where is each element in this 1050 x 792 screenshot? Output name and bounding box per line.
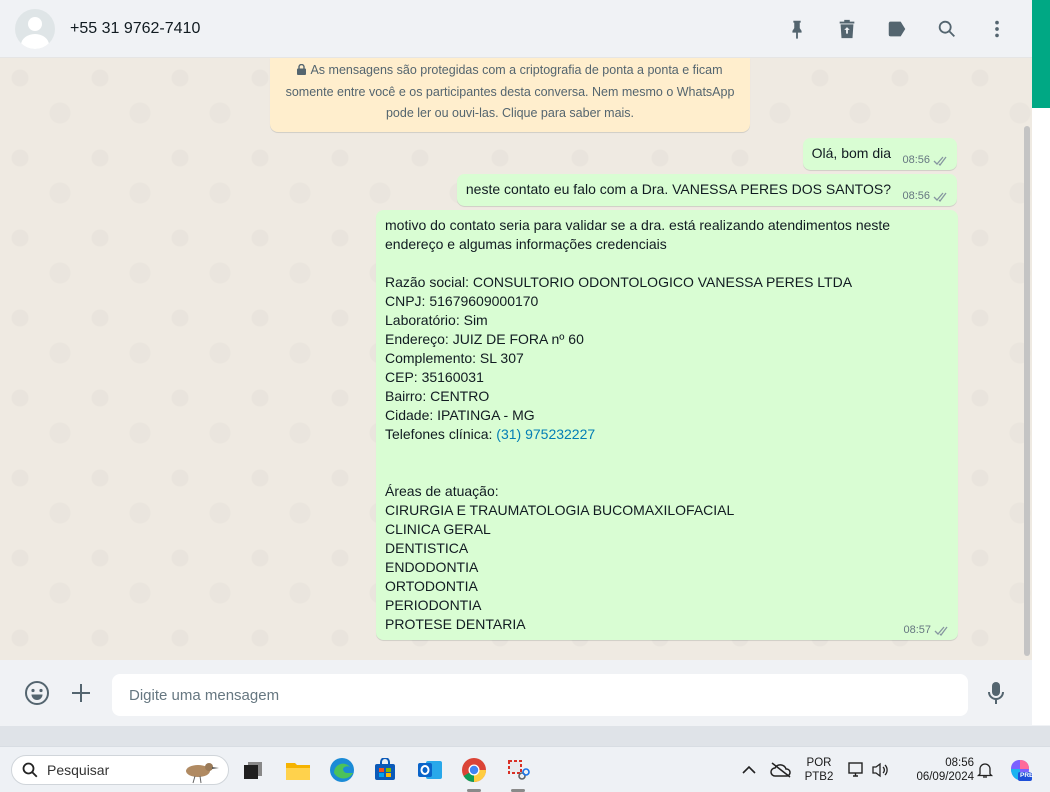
notification-bell-icon[interactable]: [971, 756, 999, 784]
onedrive-offline-icon[interactable]: [767, 756, 795, 784]
clock[interactable]: 08:56 06/09/2024: [900, 756, 974, 784]
language-indicator[interactable]: POR PTB2: [804, 756, 834, 784]
message-bubble[interactable]: motivo do contato seria para validar se …: [376, 210, 958, 640]
message-bubble[interactable]: Olá, bom dia 08:56: [802, 138, 957, 170]
pin-icon[interactable]: [782, 14, 812, 44]
edge-browser-icon[interactable]: [328, 756, 356, 784]
read-ticks-icon: [933, 192, 947, 202]
chevron-up-icon[interactable]: [735, 756, 763, 784]
message-text: Olá, bom dia: [811, 145, 891, 161]
taskbar-search[interactable]: Pesquisar: [11, 755, 229, 785]
message-text-continued: Áreas de atuação: CIRURGIA E TRAUMATOLOG…: [385, 483, 735, 632]
message-input[interactable]: [112, 674, 968, 716]
delete-icon[interactable]: [832, 14, 862, 44]
emoji-icon[interactable]: [23, 679, 51, 707]
language-code: POR: [806, 757, 832, 769]
bird-illustration-icon: [186, 763, 219, 784]
read-ticks-icon: [934, 626, 948, 636]
chrome-icon[interactable]: [460, 756, 488, 784]
chat-header: +55 31 9762-7410: [0, 0, 1032, 58]
contact-name[interactable]: +55 31 9762-7410: [70, 20, 200, 38]
microphone-icon[interactable]: [982, 679, 1010, 707]
label-icon[interactable]: [882, 14, 912, 44]
search-icon[interactable]: [932, 14, 962, 44]
snipping-tool-icon[interactable]: [504, 756, 532, 784]
read-ticks-icon: [933, 156, 947, 166]
chat-scrollbar[interactable]: [1024, 126, 1030, 656]
copilot-icon[interactable]: PRE: [1006, 756, 1034, 784]
clock-date: 06/09/2024: [916, 771, 974, 783]
copilot-badge: PRE: [1020, 772, 1034, 779]
encryption-notice[interactable]: As mensagens são protegidas com a cripto…: [270, 58, 750, 132]
window-edge: [1032, 108, 1050, 725]
message-time: 08:57: [903, 624, 931, 636]
microsoft-store-icon[interactable]: [371, 756, 399, 784]
message-text: motivo do contato seria para validar se …: [385, 217, 891, 442]
taskbar: Pesquisar POR PTB2 08:56 06/09/2024 PRE: [0, 746, 1050, 792]
message-time: 08:56: [902, 154, 930, 166]
menu-icon[interactable]: [982, 14, 1012, 44]
clock-time: 08:56: [945, 757, 974, 769]
message-text: neste contato eu falo com a Dra. VANESSA…: [465, 181, 891, 197]
search-label: Pesquisar: [47, 762, 110, 778]
file-explorer-icon[interactable]: [284, 756, 312, 784]
message-time: 08:56: [902, 190, 930, 202]
outlook-icon[interactable]: [416, 756, 444, 784]
window-bottom-strip: [0, 726, 1050, 746]
contact-avatar[interactable]: [15, 8, 55, 49]
phone-link[interactable]: (31) 975232227: [496, 426, 595, 442]
chat-area: As mensagens são protegidas com a cripto…: [0, 58, 1032, 660]
lock-icon: [297, 61, 307, 82]
task-view-icon[interactable]: [239, 756, 267, 784]
attach-plus-icon[interactable]: [67, 679, 95, 707]
composer: [0, 660, 1032, 726]
volume-icon[interactable]: [866, 756, 894, 784]
accent-bar: [1032, 0, 1050, 108]
search-icon: [22, 762, 38, 778]
keyboard-layout: PTB2: [804, 771, 834, 783]
message-bubble[interactable]: neste contato eu falo com a Dra. VANESSA…: [456, 174, 957, 206]
notice-text: As mensagens são protegidas com a cripto…: [285, 63, 735, 120]
